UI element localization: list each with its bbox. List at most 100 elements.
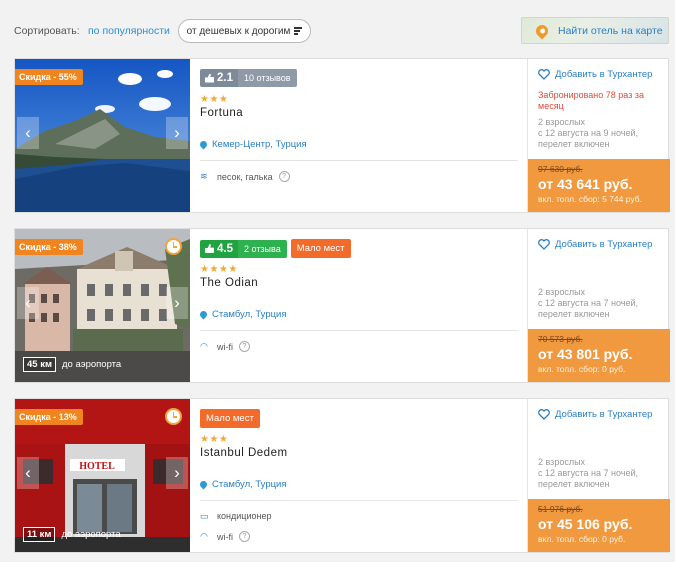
photo-prev-button[interactable]: ‹ (17, 117, 39, 149)
photo-prev-button[interactable]: ‹ (17, 457, 39, 489)
location-pin-icon (198, 479, 209, 490)
hotel-location: Стамбул, Турция (212, 309, 287, 320)
current-price: от 45 106 руб. (538, 516, 633, 532)
discount-badge: Скидка - 55% (15, 69, 83, 85)
hotel-photo[interactable]: Скидка - 38% ‹ › 45 км до аэропорта (15, 229, 190, 382)
fuel-fee: вкл. топл. сбор: 0 руб. (538, 364, 626, 374)
sort-by-price-button[interactable]: от дешевых к дорогим (178, 19, 311, 43)
add-to-tourhunter-label: Добавить в Турхантер (555, 409, 653, 420)
feature-label: wi-fi (217, 341, 233, 352)
travel-details: 2 взрослых с 12 августа на 9 ночей, пере… (538, 117, 638, 149)
old-price: 97 630 руб. (538, 164, 583, 174)
map-pin-icon (533, 22, 551, 39)
hotel-name[interactable]: Fortuna (200, 107, 243, 119)
hotel-location-link[interactable]: Стамбул, Турция (198, 309, 287, 320)
photo-prev-button[interactable]: ‹ (17, 287, 39, 319)
sort-by-price-label: от дешевых к дорогим (186, 25, 291, 37)
rating-badge[interactable]: 4.5 2 отзыва (200, 239, 287, 258)
current-price: от 43 641 руб. (538, 176, 633, 192)
price-column: Добавить в Турхантер 2 взрослых с 12 авг… (527, 229, 670, 382)
discount-badge: Скидка - 38% (15, 239, 83, 255)
rating-row: Мало мест (200, 409, 260, 428)
hotel-location: Стамбул, Турция (212, 479, 287, 490)
hotel-card-istanbul-dedem[interactable]: HOTEL Скидка - 13% ‹ › 11 км до аэропорт… (14, 398, 670, 553)
airport-distance: 45 км до аэропорта (23, 357, 121, 372)
hotel-name[interactable]: The Odian (200, 277, 258, 289)
heart-icon (538, 69, 550, 80)
price-button[interactable]: 97 630 руб. от 43 641 руб. вкл. топл. сб… (528, 159, 670, 212)
airport-distance: 11 км до аэропорта (23, 527, 121, 542)
rating-value-wrap: 2.1 (200, 69, 238, 87)
heart-icon (538, 239, 550, 250)
price-button[interactable]: 51 976 руб. от 45 106 руб. вкл. топл. сб… (528, 499, 670, 552)
sort-by-popularity-link[interactable]: по популярности (88, 25, 170, 37)
price-column: Добавить в Турхантер Забронировано 78 ра… (527, 59, 670, 212)
help-icon[interactable]: ? (278, 171, 290, 182)
travel-details: 2 взрослых с 12 августа на 7 ночей, пере… (538, 287, 638, 319)
rating-value-wrap: 4.5 (200, 239, 238, 258)
rating-badge[interactable]: 2.1 10 отзывов (200, 69, 297, 87)
air-conditioner-icon: ▭ (200, 510, 209, 521)
rating-row: 4.5 2 отзыва Мало мест (200, 239, 351, 258)
airport-km: 45 км (23, 357, 56, 372)
feature-ac: ▭ кондиционер (200, 511, 271, 521)
sort-bar: Сортировать: по популярности от дешевых … (0, 0, 675, 58)
hotel-location: Кемер-Центр, Турция (212, 139, 307, 150)
location-pin-icon (198, 139, 209, 150)
hotel-name[interactable]: Istanbul Dedem (200, 447, 288, 459)
reviews-count: 10 отзывов (238, 69, 297, 87)
hotel-location-link[interactable]: Стамбул, Турция (198, 479, 287, 490)
hotel-location-link[interactable]: Кемер-Центр, Турция (198, 139, 307, 150)
photo-next-button[interactable]: › (166, 117, 188, 149)
hotel-photo[interactable]: Скидка - 55% ‹ › (15, 59, 190, 212)
sort-label: Сортировать: (14, 25, 80, 37)
star-rating: ★★★ (200, 434, 229, 445)
heart-icon (538, 409, 550, 420)
hotel-photo[interactable]: HOTEL Скидка - 13% ‹ › 11 км до аэропорт… (15, 399, 190, 552)
divider (200, 160, 518, 161)
add-to-tourhunter-button[interactable]: Добавить в Турхантер (538, 239, 652, 250)
thumbs-up-icon (205, 73, 214, 83)
wifi-icon: ◠ (200, 341, 208, 351)
feature-label: wi-fi (217, 531, 233, 542)
photo-next-button[interactable]: › (166, 457, 188, 489)
wifi-icon: ◠ (200, 531, 208, 541)
airport-km: 11 км (23, 527, 56, 542)
star-rating: ★★★ (200, 94, 229, 105)
add-to-tourhunter-label: Добавить в Турхантер (555, 69, 653, 80)
divider (200, 500, 518, 501)
price-button[interactable]: 70 573 руб. от 43 801 руб. вкл. топл. сб… (528, 329, 670, 382)
few-places-badge: Мало мест (200, 409, 260, 428)
hotel-info: Мало мест ★★★ Istanbul Dedem Стамбул, Ту… (198, 399, 520, 552)
find-on-map-label: Найти отель на карте (558, 24, 663, 37)
feature-label: песок, галька (217, 171, 273, 182)
current-price: от 43 801 руб. (538, 346, 633, 362)
hotel-info: 4.5 2 отзыва Мало мест ★★★★ The Odian Ст… (198, 229, 520, 382)
fuel-fee: вкл. топл. сбор: 5 744 руб. (538, 194, 642, 204)
add-to-tourhunter-button[interactable]: Добавить в Турхантер (538, 69, 652, 80)
hotel-info: 2.1 10 отзывов ★★★ Fortuna Кемер-Центр, … (198, 59, 520, 212)
help-icon[interactable]: ? (239, 531, 250, 542)
price-column: Добавить в Турхантер 2 взрослых с 12 авг… (527, 399, 670, 552)
rating-value: 4.5 (217, 242, 233, 255)
feature-beach: ≋ песок, галька ? (200, 171, 290, 182)
find-on-map-button[interactable]: Найти отель на карте (521, 17, 669, 44)
help-icon[interactable]: ? (239, 341, 250, 352)
feature-wifi: ◠ wi-fi ? (200, 531, 250, 542)
booked-count: Забронировано 78 раз за месяц (538, 90, 644, 111)
old-price: 51 976 руб. (538, 504, 583, 514)
photo-next-button[interactable]: › (166, 287, 188, 319)
hotel-card-the-odian[interactable]: Скидка - 38% ‹ › 45 км до аэропорта 4.5 … (14, 228, 670, 383)
hotel-card-fortuna[interactable]: Скидка - 55% ‹ › 2.1 10 отзывов ★★★ Fort… (14, 58, 670, 213)
svg-text:HOTEL: HOTEL (79, 461, 115, 472)
old-price: 70 573 руб. (538, 334, 583, 344)
discount-badge: Скидка - 13% (15, 409, 83, 425)
few-places-badge: Мало мест (290, 239, 351, 258)
add-to-tourhunter-label: Добавить в Турхантер (555, 239, 653, 250)
add-to-tourhunter-button[interactable]: Добавить в Турхантер (538, 409, 652, 420)
airport-label: до аэропорта (61, 529, 121, 540)
divider (200, 330, 518, 331)
sort-order-icon (294, 26, 303, 37)
rating-value: 2.1 (217, 72, 233, 84)
clock-icon (165, 238, 182, 255)
